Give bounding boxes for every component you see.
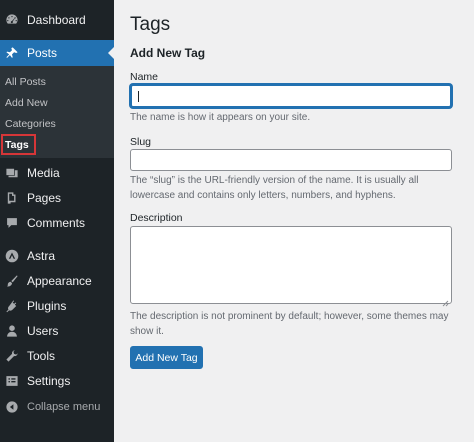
- slug-label: Slug: [130, 136, 152, 148]
- tag-description-textarea[interactable]: [130, 226, 452, 307]
- main-content: Tags Add New Tag Name The name is how it…: [114, 0, 474, 442]
- menu-label: Tools: [27, 349, 56, 363]
- menu-label: Media: [27, 166, 60, 180]
- menu-item-astra[interactable]: Astra: [0, 243, 114, 269]
- menu-item-appearance[interactable]: Appearance: [0, 268, 114, 294]
- slug-description: The “slug” is the URL-friendly version o…: [130, 175, 419, 201]
- menu-item-users[interactable]: Users: [0, 318, 114, 344]
- menu-label: Collapse menu: [27, 401, 101, 413]
- menu-item-settings[interactable]: Settings: [0, 368, 114, 394]
- pushpin-icon: [5, 46, 19, 60]
- menu-label: Posts: [27, 46, 58, 60]
- settings-icon: [5, 374, 19, 388]
- comments-icon: [5, 216, 19, 230]
- plugin-icon: [5, 299, 19, 313]
- pages-icon: [5, 191, 19, 205]
- resize-grip-icon[interactable]: [442, 294, 449, 307]
- wrench-icon: [5, 349, 19, 363]
- tag-name-input[interactable]: [130, 84, 452, 108]
- menu-item-media[interactable]: Media: [0, 160, 114, 186]
- name-description: The name is how it appears on your site.: [130, 112, 311, 123]
- add-new-tag-button[interactable]: Add New Tag: [130, 346, 203, 369]
- menu-item-plugins[interactable]: Plugins: [0, 293, 114, 319]
- menu-item-comments[interactable]: Comments: [0, 210, 114, 236]
- menu-label: Comments: [27, 216, 86, 230]
- tag-slug-input[interactable]: [130, 149, 452, 171]
- menu-item-posts[interactable]: Posts: [0, 40, 114, 66]
- paintbrush-icon: [5, 274, 19, 288]
- dashboard-icon: [5, 13, 19, 27]
- submenu-item-add-new[interactable]: Add New: [5, 97, 48, 109]
- menu-item-dashboard[interactable]: Dashboard: [0, 7, 114, 33]
- collapse-menu-button[interactable]: Collapse menu: [0, 394, 114, 420]
- menu-label: Pages: [27, 191, 62, 205]
- menu-label: Users: [27, 324, 59, 338]
- description-help: The description is not prominent by defa…: [130, 311, 449, 337]
- submenu-item-all-posts[interactable]: All Posts: [5, 76, 46, 88]
- users-icon: [5, 324, 19, 338]
- tags-highlight-box: [1, 134, 36, 155]
- name-label: Name: [130, 71, 159, 83]
- media-icon: [5, 166, 19, 180]
- submenu-item-categories[interactable]: Categories: [5, 118, 56, 130]
- add-tag-heading: Add New Tag: [130, 46, 206, 60]
- menu-label: Appearance: [27, 274, 92, 288]
- page-title: Tags: [130, 14, 171, 35]
- menu-label: Settings: [27, 374, 71, 388]
- menu-label: Dashboard: [27, 13, 86, 27]
- menu-item-tools[interactable]: Tools: [0, 343, 114, 369]
- text-caret: [138, 91, 139, 102]
- menu-label: Plugins: [27, 299, 67, 313]
- collapse-arrow-icon: [5, 400, 19, 414]
- menu-label: Astra: [27, 249, 56, 263]
- menu-item-pages[interactable]: Pages: [0, 185, 114, 211]
- description-label: Description: [130, 212, 183, 224]
- admin-sidebar: Dashboard Posts All Posts Add New Catego…: [0, 0, 114, 442]
- astra-icon: [5, 249, 19, 263]
